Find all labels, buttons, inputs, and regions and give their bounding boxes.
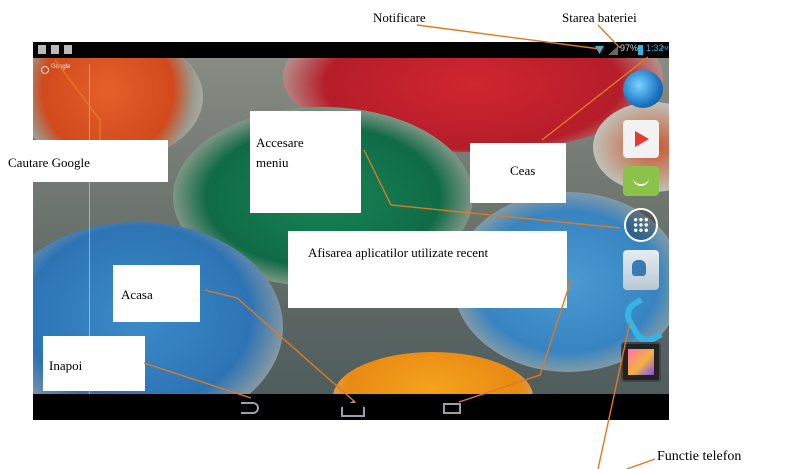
line-notification	[416, 24, 601, 50]
line-google-search	[54, 59, 101, 121]
line-menu-access	[363, 149, 621, 229]
line-back	[143, 362, 252, 399]
line-battery	[597, 24, 621, 49]
annotation-lines	[54, 24, 656, 469]
line-phone-function	[597, 321, 631, 469]
line-phone-function-2	[626, 458, 656, 469]
line-clock	[541, 56, 649, 141]
line-home	[204, 289, 356, 403]
line-recent-apps	[458, 279, 572, 403]
